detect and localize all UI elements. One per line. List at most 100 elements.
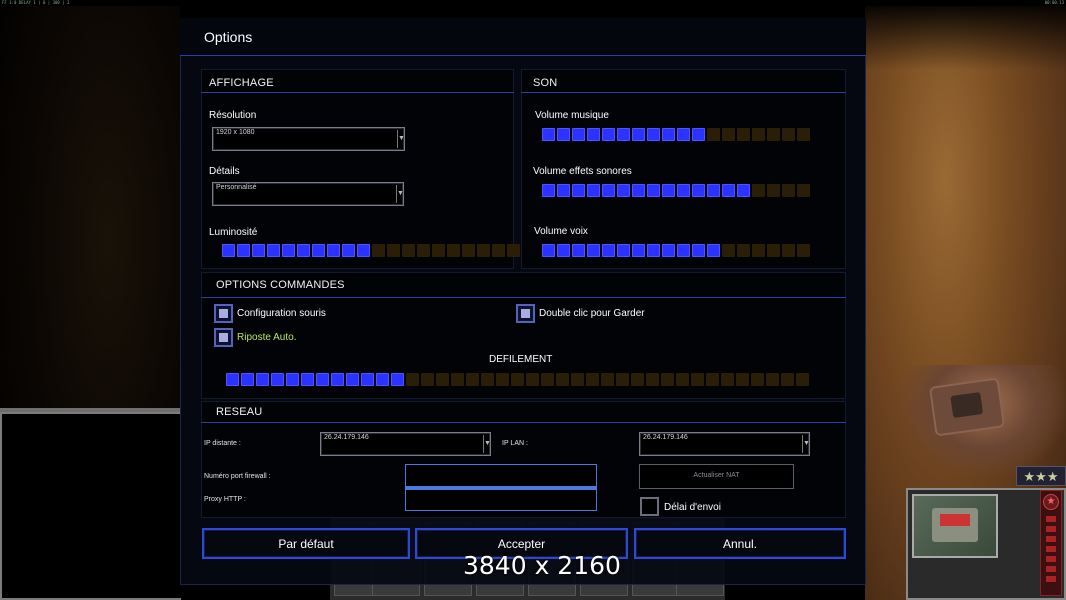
slider-segment-empty[interactable]: [752, 128, 765, 141]
slider-segment-filled[interactable]: [617, 128, 630, 141]
slider-segment-empty[interactable]: [721, 373, 734, 386]
slider-segment-empty[interactable]: [387, 244, 400, 257]
slider-segment-empty[interactable]: [406, 373, 419, 386]
slider-segment-empty[interactable]: [511, 373, 524, 386]
slider-segment-empty[interactable]: [737, 128, 750, 141]
slider-segment-filled[interactable]: [327, 244, 340, 257]
slider-segment-filled[interactable]: [282, 244, 295, 257]
slider-segment-empty[interactable]: [646, 373, 659, 386]
slider-segment-empty[interactable]: [737, 244, 750, 257]
slider-segment-filled[interactable]: [357, 244, 370, 257]
slider-segment-empty[interactable]: [797, 128, 810, 141]
slider-segment-filled[interactable]: [316, 373, 329, 386]
slider-segment-filled[interactable]: [342, 244, 355, 257]
actualiser-nat-button[interactable]: Actualiser NAT: [639, 464, 794, 489]
slider-segment-filled[interactable]: [722, 184, 735, 197]
annuler-button[interactable]: Annul.: [634, 528, 846, 559]
defilement-slider[interactable]: [226, 373, 816, 386]
general-star-icon[interactable]: ★: [1043, 494, 1059, 510]
slider-segment-empty[interactable]: [571, 373, 584, 386]
slider-segment-filled[interactable]: [542, 184, 555, 197]
slider-segment-empty[interactable]: [541, 373, 554, 386]
slider-segment-filled[interactable]: [557, 244, 570, 257]
slider-segment-filled[interactable]: [271, 373, 284, 386]
chevron-down-icon[interactable]: ▼: [397, 130, 405, 148]
slider-segment-empty[interactable]: [767, 244, 780, 257]
slider-segment-empty[interactable]: [781, 373, 794, 386]
slider-segment-filled[interactable]: [587, 184, 600, 197]
slider-segment-filled[interactable]: [286, 373, 299, 386]
details-dropdown[interactable]: Personnalisé ▼: [212, 182, 404, 206]
slider-segment-empty[interactable]: [421, 373, 434, 386]
volume-effets-slider[interactable]: [542, 184, 812, 197]
double-clic-checkbox[interactable]: [516, 304, 535, 323]
slider-segment-filled[interactable]: [602, 128, 615, 141]
ip-distante-dropdown[interactable]: 26.24.179.146 ▼: [320, 432, 491, 456]
slider-segment-filled[interactable]: [602, 184, 615, 197]
slider-segment-empty[interactable]: [372, 244, 385, 257]
slider-segment-filled[interactable]: [617, 184, 630, 197]
slider-segment-empty[interactable]: [767, 128, 780, 141]
slider-segment-empty[interactable]: [736, 373, 749, 386]
slider-segment-filled[interactable]: [647, 128, 660, 141]
chevron-down-icon[interactable]: ▼: [396, 185, 404, 203]
resolution-dropdown[interactable]: 1920 x 1080 ▼: [212, 127, 405, 151]
slider-segment-empty[interactable]: [676, 373, 689, 386]
slider-segment-filled[interactable]: [632, 244, 645, 257]
slider-segment-empty[interactable]: [447, 244, 460, 257]
luminosite-slider[interactable]: [222, 244, 522, 257]
slider-segment-filled[interactable]: [647, 184, 660, 197]
slider-segment-empty[interactable]: [477, 244, 490, 257]
slider-segment-filled[interactable]: [737, 184, 750, 197]
slider-segment-filled[interactable]: [662, 184, 675, 197]
slider-segment-empty[interactable]: [691, 373, 704, 386]
slider-segment-filled[interactable]: [677, 184, 690, 197]
volume-musique-slider[interactable]: [542, 128, 812, 141]
slider-segment-empty[interactable]: [767, 184, 780, 197]
slider-segment-empty[interactable]: [661, 373, 674, 386]
slider-segment-filled[interactable]: [632, 184, 645, 197]
config-souris-checkbox[interactable]: [214, 304, 233, 323]
slider-segment-empty[interactable]: [707, 128, 720, 141]
slider-segment-filled[interactable]: [557, 184, 570, 197]
slider-segment-empty[interactable]: [782, 184, 795, 197]
slider-segment-empty[interactable]: [751, 373, 764, 386]
slider-segment-empty[interactable]: [436, 373, 449, 386]
slider-segment-empty[interactable]: [722, 244, 735, 257]
riposte-auto-checkbox[interactable]: [214, 328, 233, 347]
slider-segment-filled[interactable]: [376, 373, 389, 386]
slider-segment-empty[interactable]: [752, 244, 765, 257]
slider-segment-filled[interactable]: [391, 373, 404, 386]
slider-segment-empty[interactable]: [496, 373, 509, 386]
slider-segment-empty[interactable]: [706, 373, 719, 386]
slider-segment-filled[interactable]: [587, 128, 600, 141]
par-defaut-button[interactable]: Par défaut: [202, 528, 410, 559]
slider-segment-empty[interactable]: [451, 373, 464, 386]
slider-segment-filled[interactable]: [312, 244, 325, 257]
volume-voix-slider[interactable]: [542, 244, 812, 257]
slider-segment-empty[interactable]: [796, 373, 809, 386]
slider-segment-empty[interactable]: [782, 244, 795, 257]
slider-segment-filled[interactable]: [237, 244, 250, 257]
slider-segment-empty[interactable]: [432, 244, 445, 257]
slider-segment-filled[interactable]: [647, 244, 660, 257]
slider-segment-filled[interactable]: [542, 244, 555, 257]
slider-segment-empty[interactable]: [797, 244, 810, 257]
chevron-down-icon[interactable]: ▼: [802, 435, 810, 453]
slider-segment-empty[interactable]: [616, 373, 629, 386]
slider-segment-filled[interactable]: [222, 244, 235, 257]
slider-segment-filled[interactable]: [301, 373, 314, 386]
unit-portrait[interactable]: [912, 494, 998, 558]
chevron-down-icon[interactable]: ▼: [483, 435, 491, 453]
slider-segment-filled[interactable]: [346, 373, 359, 386]
radar-minimap[interactable]: [0, 412, 181, 600]
slider-segment-empty[interactable]: [507, 244, 520, 257]
slider-segment-empty[interactable]: [631, 373, 644, 386]
slider-segment-filled[interactable]: [632, 128, 645, 141]
slider-segment-filled[interactable]: [707, 184, 720, 197]
slider-segment-filled[interactable]: [677, 128, 690, 141]
slider-segment-empty[interactable]: [417, 244, 430, 257]
slider-segment-empty[interactable]: [752, 184, 765, 197]
slider-segment-filled[interactable]: [297, 244, 310, 257]
slider-segment-filled[interactable]: [361, 373, 374, 386]
